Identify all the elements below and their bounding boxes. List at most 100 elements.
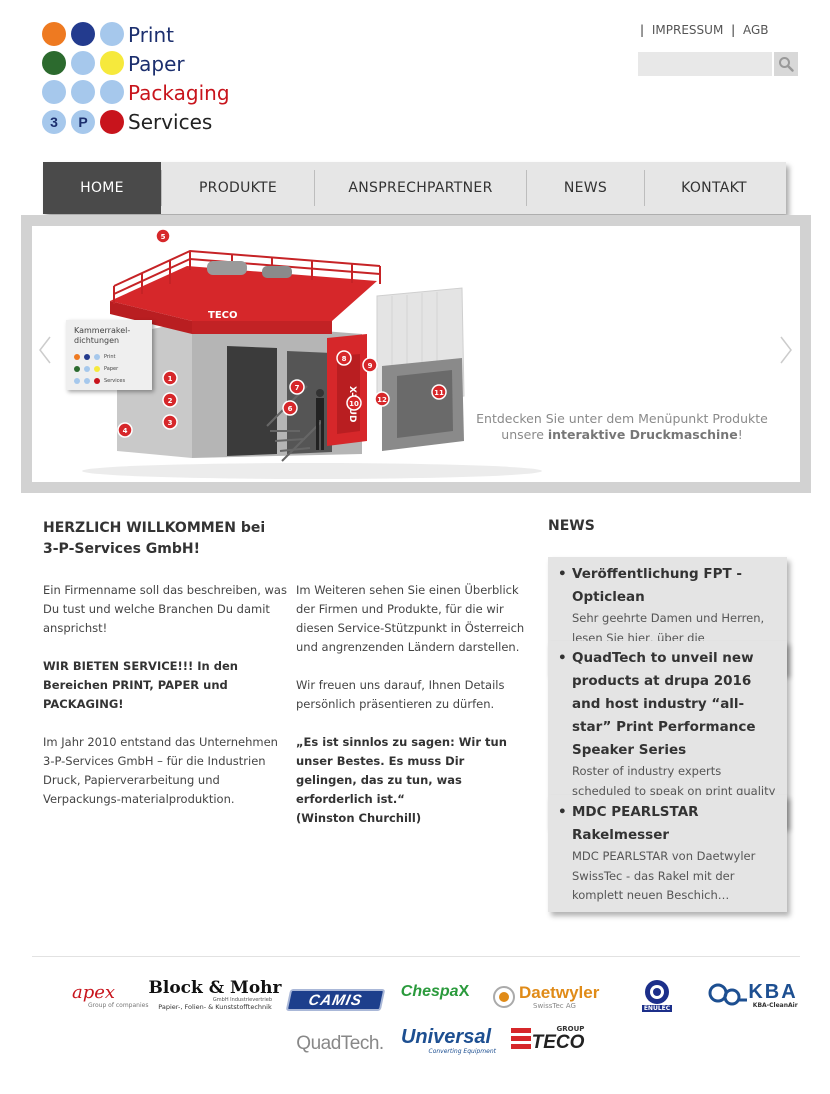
intro-paragraph: Ein Firmenname soll das beschreiben, was… [43,583,287,635]
contact-paragraph: Wir freuen uns darauf, Ihnen Details per… [296,678,505,711]
kba-cleanair-emblem-icon [708,983,748,1006]
logo-dot-red [100,110,124,134]
footer-divider [32,956,800,957]
partner-logo-teco[interactable]: GROUP TECO [508,1021,586,1057]
svg-text:7: 7 [295,384,300,392]
search-input[interactable] [638,52,772,76]
svg-text:11: 11 [434,389,444,397]
nav-item-produkte[interactable]: PRODUKTE [162,162,314,214]
news-excerpt: MDC PEARLSTAR von Daetwyler SwissTec - d… [572,849,756,902]
marker-4: 4 [117,422,133,438]
svg-text:6: 6 [288,405,293,413]
welcome-heading-line-2: 3-P-Services GmbH! [43,541,200,557]
hero-slider: TECO X-TRUD 1 2 3 4 5 6 7 8 9 10 11 12 K… [21,215,811,493]
logo-word-paper: Paper [128,52,185,76]
link-separator: | [640,23,645,37]
machine-brand: TECO [208,310,238,321]
caption-line-2: unsere interaktive Druckmaschine! [501,427,743,442]
marker-6: 6 [282,400,298,416]
marker-7: 7 [289,379,305,395]
partner-logo-apex[interactable]: apex Group of companies [72,978,148,1014]
news-heading: NEWS [548,518,595,534]
news-headline[interactable]: MDC PEARLSTAR Rakelmesser [558,801,781,847]
search-box [638,52,798,76]
chevron-right-icon [780,336,792,364]
slider-next-arrow[interactable] [778,335,794,365]
partner-logo-kba[interactable]: KBA KBA-CleanAir [697,976,809,1014]
news-headline[interactable]: QuadTech to unveil new products at drupa… [558,647,781,762]
slide-image[interactable]: TECO X-TRUD 1 2 3 4 5 6 7 8 9 10 11 12 K… [32,226,800,482]
impressum-link[interactable]: IMPRESSUM [652,23,723,37]
company-logo[interactable]: 3 P Print Paper Packaging Services [42,22,232,138]
svg-text:2: 2 [168,397,173,405]
partner-logo-chespa[interactable]: Chespa X [396,980,474,1004]
history-paragraph: Im Jahr 2010 entstand das Unternehmen 3-… [43,735,278,806]
svg-text:12: 12 [377,396,387,404]
partner-logo-block-mohr[interactable]: Block & Mohr GmbH Industrievertrieb Papi… [149,975,282,1015]
marker-5: 5 [155,228,171,244]
logo-badge-p: P [71,110,95,134]
logo-word-services: Services [128,110,213,134]
quote-paragraph: „Es ist sinnlos zu sagen: Wir tun unser … [296,735,507,825]
marker-11: 11 [431,384,447,400]
news-headline[interactable]: Veröffentlichung FPT - Opticlean [558,563,781,609]
link-separator: | [731,23,736,37]
marker-1: 1 [162,370,178,386]
partner-logo-quadtech[interactable]: QuadTech. [292,1031,388,1057]
welcome-heading-line-1: HERZLICH WILLKOMMEN bei [43,520,266,536]
welcome-column-right: Im Weiteren sehen Sie einen Überblick de… [296,581,528,847]
svg-text:4: 4 [123,427,128,435]
slider-prev-arrow[interactable] [37,335,53,365]
slider-caption: Entdecken Sie unter dem Menüpunkt Produk… [472,411,772,443]
partner-logo-daetwyler[interactable]: Daetwyler SwissTec AG [493,980,611,1014]
logo-dot-lightblue [42,80,66,104]
marker-12: 12 [374,391,390,407]
marker-9: 9 [362,357,378,373]
partner-logo-camis[interactable]: CAMIS [285,989,386,1011]
main-navigation: HOME PRODUKTE ANSPRECHPARTNER NEWS KONTA… [43,162,786,214]
search-button[interactable] [774,52,798,76]
logo-dot-navy [71,22,95,46]
kammerrakel-callout[interactable]: Kammerrakel-dichtungen Print Paper Servi… [66,320,152,390]
logo-dot-green [42,51,66,75]
agb-link[interactable]: AGB [743,23,769,37]
search-icon [779,57,794,72]
marker-8: 8 [336,350,352,366]
svg-text:9: 9 [368,362,373,370]
svg-text:5: 5 [161,233,166,241]
enulec-emblem-icon [645,979,669,1004]
partner-logo-enulec[interactable]: ENULEC [639,976,675,1014]
logo-dot-lightblue [100,80,124,104]
partner-logo-universal[interactable]: Universal Converting Equipment [396,1022,496,1058]
callout-title: Kammerrakel-dichtungen [74,326,131,345]
marker-10: 10 [346,395,362,411]
nav-item-kontakt[interactable]: KONTAKT [645,162,783,214]
logo-dot-orange [42,22,66,46]
svg-text:3: 3 [168,419,173,427]
daetwyler-emblem-icon [493,986,515,1008]
svg-text:10: 10 [349,400,359,408]
logo-dot-lightblue [100,22,124,46]
service-paragraph: WIR BIETEN SERVICE!!! In den Bereichen P… [43,659,238,711]
callout-mini-logo: Print Paper Services [74,352,144,386]
logo-word-print: Print [128,23,175,47]
marker-2: 2 [162,392,178,408]
caption-line-1: Entdecken Sie unter dem Menüpunkt Produk… [476,411,768,426]
nav-item-ansprechpartner[interactable]: ANSPRECHPARTNER [315,162,526,214]
marker-3: 3 [162,414,178,430]
logo-dot-yellow [100,51,124,75]
welcome-column-left: Ein Firmenname soll das beschreiben, was… [43,581,289,828]
news-item[interactable]: MDC PEARLSTAR Rakelmesser MDC PEARLSTAR … [548,795,787,912]
nav-item-news[interactable]: NEWS [527,162,644,214]
overview-paragraph: Im Weiteren sehen Sie einen Überblick de… [296,583,525,654]
top-links: | IMPRESSUM | AGB [636,23,769,37]
svg-text:8: 8 [342,355,347,363]
svg-text:1: 1 [168,375,173,383]
logo-dot-lightblue [71,80,95,104]
chevron-left-icon [39,336,51,364]
logo-badge-3: 3 [42,110,66,134]
teco-emblem-icon [510,1028,531,1049]
nav-item-home[interactable]: HOME [43,162,161,214]
logo-word-packaging: Packaging [128,81,230,105]
logo-dot-lightblue [71,51,95,75]
